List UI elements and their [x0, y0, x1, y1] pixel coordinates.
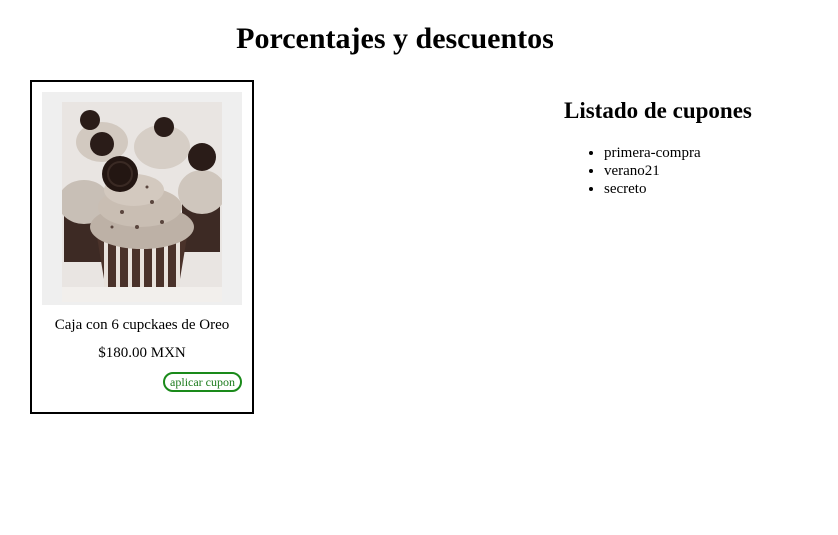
cupcakes-illustration: [62, 102, 222, 302]
product-name: Caja con 6 cupckaes de Oreo: [54, 317, 230, 333]
product-price: $180.00 MXN: [98, 345, 186, 361]
page-title: Porcentajes y descuentos: [236, 22, 554, 55]
list-item: secreto: [604, 180, 824, 198]
apply-coupon-button[interactable]: aplicar cupon: [163, 372, 242, 392]
product-image: [62, 102, 222, 302]
coupons-panel: Listado de cupones primera-compra verano…: [564, 98, 824, 198]
product-card: Caja con 6 cupckaes de Oreo $180.00 MXN …: [30, 80, 254, 414]
product-image-frame: [42, 92, 242, 305]
coupons-list: primera-compra verano21 secreto: [564, 144, 824, 198]
list-item: verano21: [604, 162, 824, 180]
coupons-title: Listado de cupones: [564, 98, 752, 123]
list-item: primera-compra: [604, 144, 824, 162]
